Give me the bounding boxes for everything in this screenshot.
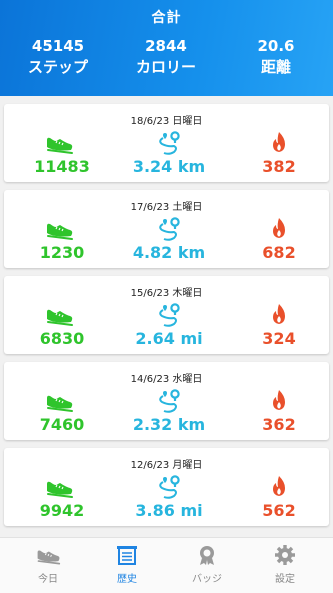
summary-steps: 45145 ステップ [20, 36, 96, 78]
tab-history[interactable]: 歴史 [92, 544, 162, 585]
entry-calories: 562 [262, 501, 296, 520]
shoe-icon [44, 131, 74, 155]
entry-steps: 6830 [39, 329, 85, 348]
flame-icon [264, 131, 294, 155]
flame-icon [264, 475, 294, 499]
gear-icon [275, 545, 295, 565]
flame-icon [264, 303, 294, 327]
flame-icon [264, 389, 294, 413]
summary-steps-label: ステップ [27, 58, 88, 76]
entry-date: 15/6/23 木曜日 [130, 288, 203, 299]
bottom-tab-bar: 今日 歴史 バッジ 設定 [0, 537, 333, 593]
summary-distance-label: 距離 [260, 58, 291, 76]
route-pin-icon [154, 389, 184, 413]
shoe-icon [44, 303, 74, 327]
route-pin-icon [154, 475, 184, 499]
entry-date: 14/6/23 水曜日 [130, 374, 203, 385]
route-pin-icon [154, 217, 184, 241]
tab-badge[interactable]: バッジ [172, 544, 242, 585]
history-card[interactable]: 17/6/23 土曜日 1230 4.82 km 682 [4, 190, 329, 268]
entry-date: 12/6/23 月曜日 [130, 460, 203, 471]
history-card[interactable]: 18/6/23 日曜日 11483 3.24 km 382 [4, 104, 329, 182]
entry-steps: 1230 [39, 243, 85, 262]
entry-distance: 2.64 mi [135, 329, 203, 348]
tab-history-label: 歴史 [117, 574, 137, 585]
entry-distance: 4.82 km [132, 243, 206, 262]
summary-header: 合計 45145 ステップ 2844 カロリー 20.6 距離 [0, 0, 333, 96]
tab-today-label: 今日 [38, 574, 58, 585]
tab-settings-label: 設定 [275, 574, 295, 585]
history-card[interactable]: 15/6/23 木曜日 6830 2.64 mi 324 [4, 276, 329, 354]
entry-calories: 324 [262, 329, 296, 348]
shoe-icon [44, 217, 74, 241]
entry-calories: 682 [262, 243, 296, 262]
flame-icon [264, 217, 294, 241]
tab-settings[interactable]: 設定 [250, 544, 320, 585]
summary-distance-value: 20.6 [257, 37, 295, 55]
shoe-icon [44, 475, 74, 499]
entry-steps: 9942 [39, 501, 85, 520]
route-pin-icon [154, 131, 184, 155]
medal-icon [200, 546, 214, 565]
entry-date: 18/6/23 日曜日 [130, 116, 203, 127]
summary-distance: 20.6 距離 [246, 36, 306, 78]
calendar-icon [117, 546, 137, 565]
entry-distance: 3.24 km [132, 157, 206, 176]
entry-steps: 7460 [39, 415, 85, 434]
entry-distance: 2.32 km [132, 415, 206, 434]
shoe-icon [44, 389, 74, 413]
history-card[interactable]: 14/6/23 水曜日 7460 2.32 km 362 [4, 362, 329, 440]
entry-steps: 11483 [34, 157, 90, 176]
summary-calories-value: 2844 [145, 37, 187, 55]
summary-steps-value: 45145 [31, 37, 85, 55]
entry-distance: 3.86 mi [135, 501, 203, 520]
summary-calories: 2844 カロリー [128, 36, 204, 78]
shoe-icon [35, 544, 61, 566]
history-card[interactable]: 12/6/23 月曜日 9942 3.86 mi 562 [4, 448, 329, 526]
summary-title: 合計 [151, 10, 182, 26]
entry-calories: 362 [262, 415, 296, 434]
entry-date: 17/6/23 土曜日 [130, 202, 203, 213]
route-pin-icon [154, 303, 184, 327]
summary-calories-label: カロリー [135, 58, 196, 76]
tab-badge-label: バッジ [192, 574, 222, 585]
tab-today[interactable]: 今日 [13, 544, 83, 585]
entry-calories: 382 [262, 157, 296, 176]
